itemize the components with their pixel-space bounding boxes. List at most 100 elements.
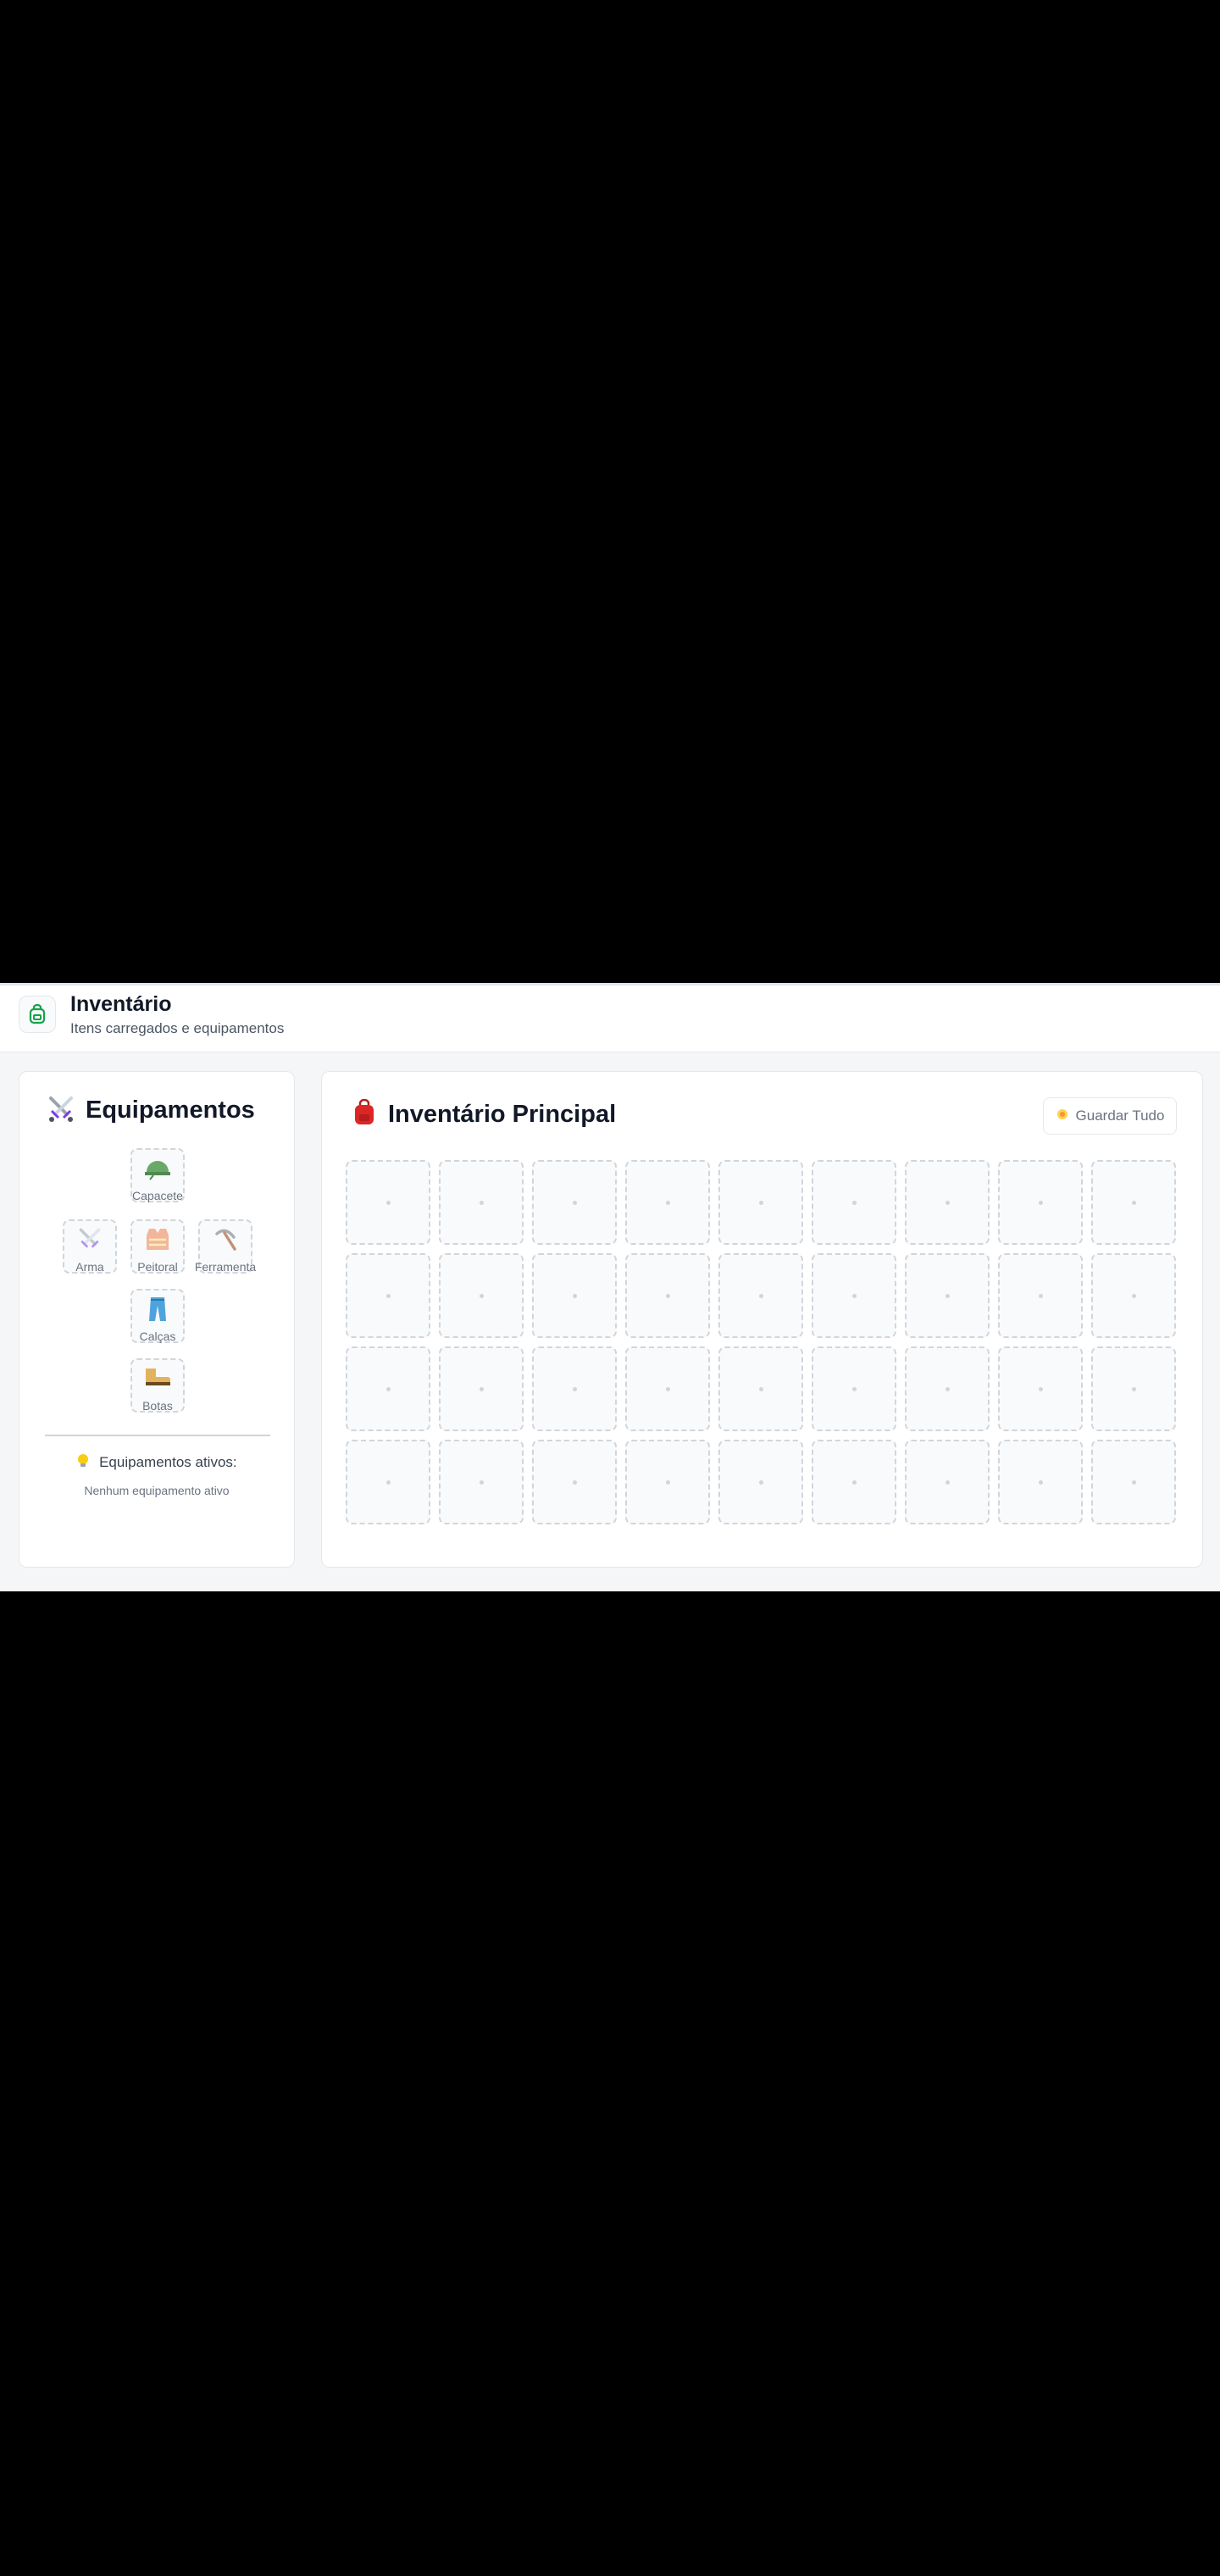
empty-slot-dot xyxy=(572,1293,577,1298)
boots-slot-label: Botas xyxy=(142,1399,173,1413)
empty-slot-dot xyxy=(1038,1200,1043,1205)
page-subtitle: Itens carregados e equipamentos xyxy=(70,1020,285,1036)
empty-slot-dot xyxy=(1038,1480,1043,1485)
helmet-slot-label: Capacete xyxy=(132,1189,183,1202)
inventory-slot[interactable] xyxy=(998,1346,1083,1431)
inventory-grid xyxy=(346,1160,1176,1524)
jeans-icon xyxy=(146,1296,169,1327)
inventory-slot[interactable] xyxy=(532,1160,617,1245)
active-equipment-heading: Equipamentos ativos: xyxy=(19,1453,294,1471)
empty-slot-dot xyxy=(851,1480,857,1485)
inventory-slot[interactable] xyxy=(346,1346,430,1431)
active-equipment-title: Equipamentos ativos: xyxy=(99,1454,237,1470)
empty-slot-dot xyxy=(1131,1200,1136,1205)
empty-slot-dot xyxy=(1131,1480,1136,1485)
inventory-slot[interactable] xyxy=(812,1253,896,1338)
inventory-slot[interactable] xyxy=(812,1160,896,1245)
empty-slot-dot xyxy=(758,1480,763,1485)
empty-slot-dot xyxy=(1038,1386,1043,1391)
backpack-icon xyxy=(19,996,56,1033)
store-all-label: Guardar Tudo xyxy=(1075,1108,1165,1124)
inventory-panel: Inventário Principal Guardar Tudo xyxy=(321,1071,1203,1568)
top-bar: Inventário Itens carregados e equipament… xyxy=(0,985,1220,1052)
inventory-slot[interactable] xyxy=(718,1253,803,1338)
empty-slot-dot xyxy=(1038,1293,1043,1298)
inventory-slot[interactable] xyxy=(718,1346,803,1431)
inventory-header: Inventário Principal xyxy=(352,1098,617,1130)
empty-slot-dot xyxy=(385,1200,391,1205)
sparkle-icon xyxy=(1056,1108,1069,1125)
inventory-slot[interactable] xyxy=(439,1346,524,1431)
inventory-slot[interactable] xyxy=(625,1253,710,1338)
empty-slot-dot xyxy=(572,1200,577,1205)
inventory-slot[interactable] xyxy=(998,1440,1083,1524)
inventory-title: Inventário Principal xyxy=(388,1101,617,1128)
empty-slot-dot xyxy=(665,1386,670,1391)
inventory-slot[interactable] xyxy=(346,1440,430,1524)
empty-slot-dot xyxy=(385,1480,391,1485)
empty-slot-dot xyxy=(479,1200,484,1205)
pickaxe-icon xyxy=(213,1226,238,1256)
inventory-slot[interactable] xyxy=(1091,1440,1176,1524)
inventory-slot[interactable] xyxy=(625,1440,710,1524)
inventory-slot[interactable] xyxy=(439,1160,524,1245)
empty-slot-dot xyxy=(945,1293,950,1298)
empty-slot-dot xyxy=(385,1293,391,1298)
crossed-swords-icon xyxy=(77,1226,103,1256)
empty-slot-dot xyxy=(479,1480,484,1485)
inventory-slot[interactable] xyxy=(905,1160,990,1245)
empty-slot-dot xyxy=(851,1200,857,1205)
inventory-slot[interactable] xyxy=(905,1346,990,1431)
empty-slot-dot xyxy=(479,1386,484,1391)
empty-slot-dot xyxy=(758,1293,763,1298)
empty-slot-dot xyxy=(665,1480,670,1485)
inventory-slot[interactable] xyxy=(625,1346,710,1431)
crossed-swords-icon xyxy=(47,1094,75,1127)
inventory-app: Inventário Itens carregados e equipament… xyxy=(0,983,1220,1591)
inventory-slot[interactable] xyxy=(439,1440,524,1524)
vest-icon xyxy=(144,1226,171,1256)
empty-slot-dot xyxy=(758,1386,763,1391)
equipment-divider xyxy=(45,1435,270,1436)
tool-slot-label: Ferramenta xyxy=(194,1260,257,1274)
inventory-slot[interactable] xyxy=(812,1346,896,1431)
inventory-slot[interactable] xyxy=(905,1253,990,1338)
empty-slot-dot xyxy=(1131,1293,1136,1298)
page-title: Inventário xyxy=(70,992,172,1016)
boots-icon xyxy=(143,1365,172,1393)
equipment-panel: Equipamentos Capacete Arma Peitoral Ferr… xyxy=(19,1071,295,1568)
empty-slot-dot xyxy=(479,1293,484,1298)
inventory-slot[interactable] xyxy=(346,1253,430,1338)
inventory-slot[interactable] xyxy=(812,1440,896,1524)
inventory-slot[interactable] xyxy=(905,1440,990,1524)
equipment-header: Equipamentos xyxy=(47,1094,255,1127)
empty-slot-dot xyxy=(572,1480,577,1485)
empty-slot-dot xyxy=(851,1386,857,1391)
empty-slot-dot xyxy=(945,1480,950,1485)
empty-slot-dot xyxy=(1131,1386,1136,1391)
inventory-slot[interactable] xyxy=(625,1160,710,1245)
inventory-slot[interactable] xyxy=(998,1253,1083,1338)
empty-slot-dot xyxy=(385,1386,391,1391)
inventory-slot[interactable] xyxy=(346,1160,430,1245)
active-equipment-empty: Nenhum equipamento ativo xyxy=(84,1484,230,1497)
empty-slot-dot xyxy=(665,1200,670,1205)
inventory-slot[interactable] xyxy=(718,1440,803,1524)
store-all-button[interactable]: Guardar Tudo xyxy=(1043,1097,1177,1135)
inventory-slot[interactable] xyxy=(998,1160,1083,1245)
inventory-slot[interactable] xyxy=(532,1346,617,1431)
empty-slot-dot xyxy=(945,1200,950,1205)
equipment-title: Equipamentos xyxy=(86,1096,255,1124)
pants-slot-label: Calças xyxy=(139,1330,176,1343)
inventory-slot[interactable] xyxy=(718,1160,803,1245)
inventory-slot[interactable] xyxy=(1091,1253,1176,1338)
empty-slot-dot xyxy=(665,1293,670,1298)
inventory-slot[interactable] xyxy=(1091,1160,1176,1245)
inventory-slot[interactable] xyxy=(532,1440,617,1524)
inventory-slot[interactable] xyxy=(439,1253,524,1338)
inventory-slot[interactable] xyxy=(1091,1346,1176,1431)
lightbulb-icon xyxy=(76,1454,94,1470)
inventory-slot[interactable] xyxy=(532,1253,617,1338)
empty-slot-dot xyxy=(758,1200,763,1205)
empty-slot-dot xyxy=(851,1293,857,1298)
